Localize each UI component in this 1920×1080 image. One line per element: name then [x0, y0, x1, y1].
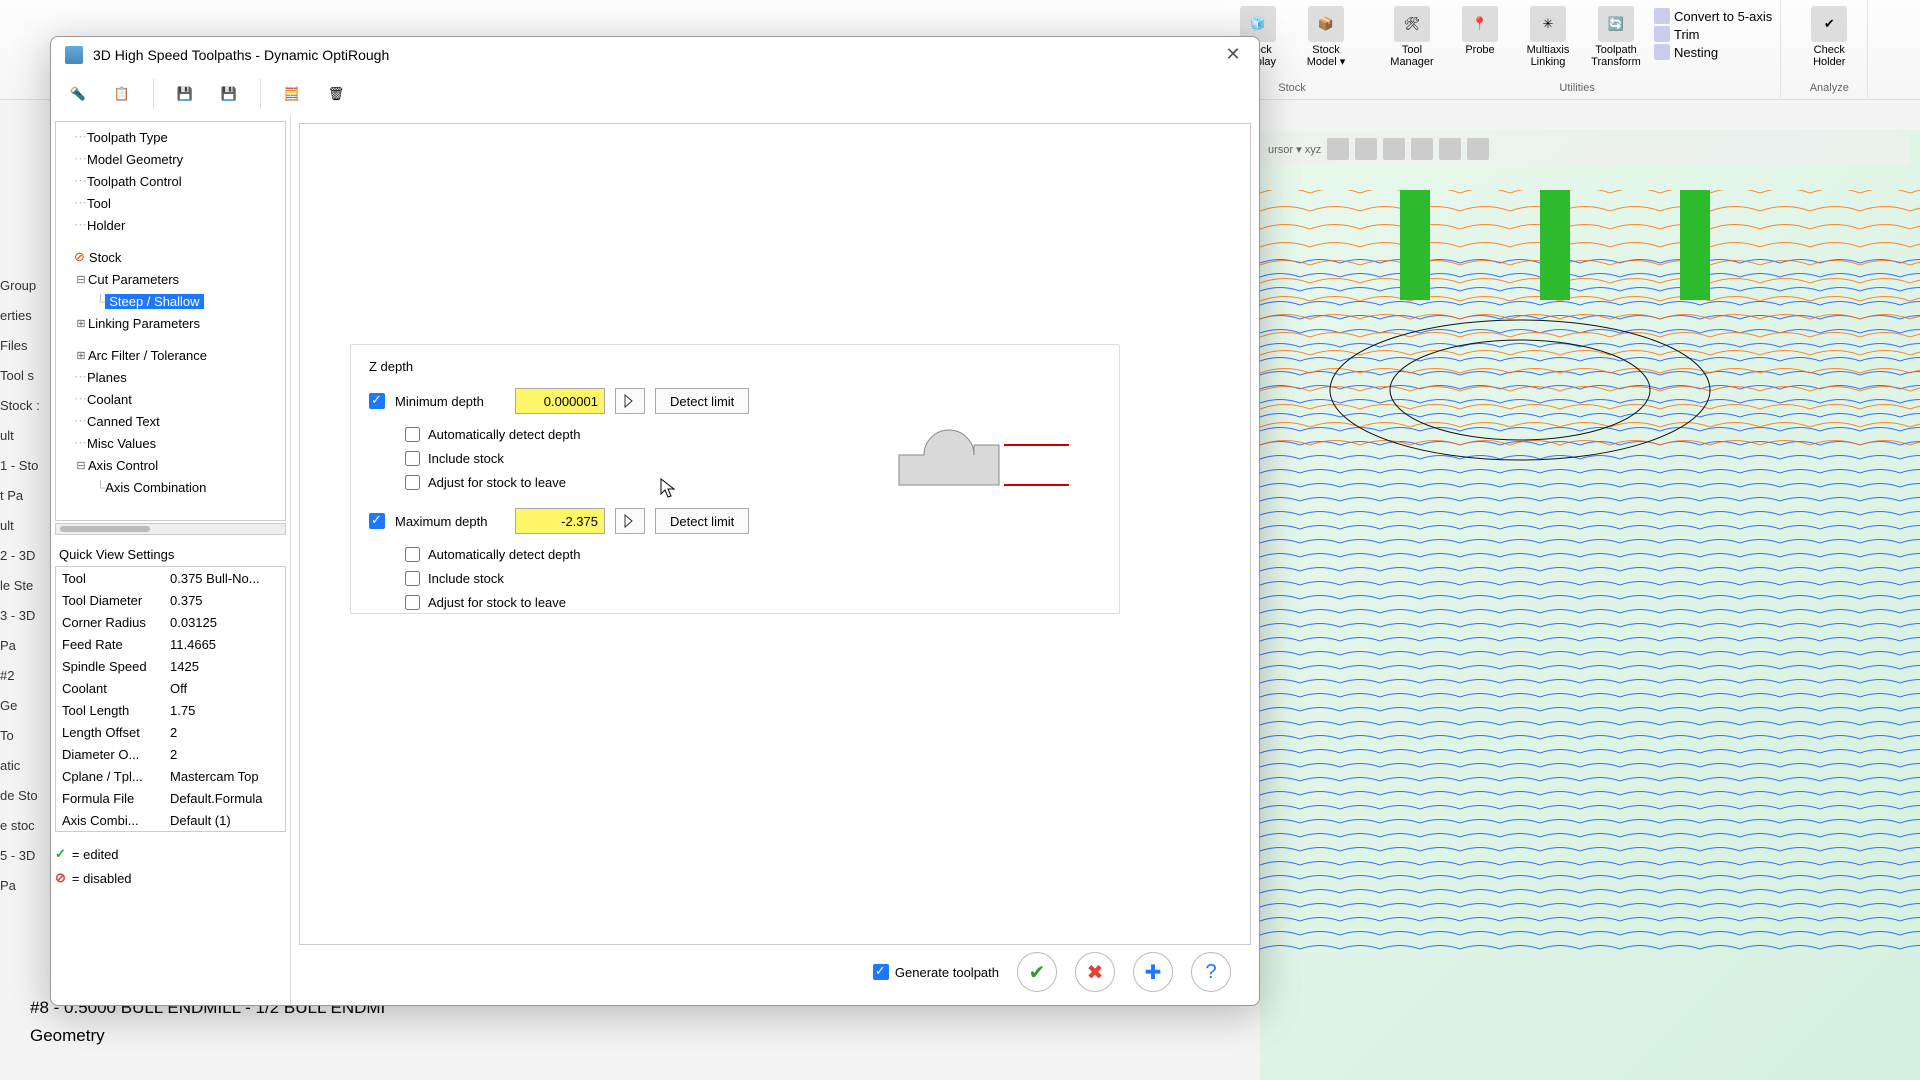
min-depth-label: Minimum depth [395, 394, 505, 409]
tree-axis-combination[interactable]: └Axis Combination [56, 476, 285, 498]
quickview-row: Tool Diameter0.375 [56, 589, 285, 611]
check-holder-button[interactable]: ✔Check Holder [1799, 4, 1859, 70]
nesting-button[interactable]: Nesting [1654, 44, 1718, 60]
quickview-row: Tool Length1.75 [56, 699, 285, 721]
quickview-row: Length Offset2 [56, 721, 285, 743]
dialog-toolbar: 🔦 📋 💾 💾 🧮 🗑 [51, 73, 1259, 115]
vp-tool-icon[interactable] [1411, 138, 1433, 160]
min-depth-checkbox[interactable] [369, 393, 385, 409]
quickview-row: Axis Combi...Default (1) [56, 809, 285, 831]
tree-arc-filter[interactable]: ⊞Arc Filter / Tolerance [56, 344, 285, 366]
toolpath-dialog: 3D High Speed Toolpaths - Dynamic OptiRo… [50, 36, 1260, 1006]
probe-button[interactable]: 📍Probe [1450, 4, 1510, 70]
max-detect-limit-button[interactable]: Detect limit [655, 508, 749, 534]
disabled-icon: ⊘ [55, 870, 66, 886]
quickview-row: Corner Radius0.03125 [56, 611, 285, 633]
analyze-group-label: Analyze [1810, 82, 1849, 96]
quickview-row: Diameter O...2 [56, 743, 285, 765]
tree-tool[interactable]: ⋯Tool [56, 192, 285, 214]
toolpath-transform-button[interactable]: 🔄Toolpath Transform [1586, 4, 1646, 70]
quickview-row: Feed Rate11.4665 [56, 633, 285, 655]
tree-planes[interactable]: ⋯Planes [56, 366, 285, 388]
ok-button[interactable]: ✔ [1017, 952, 1057, 992]
dialog-footer: Generate toolpath ✔ ✖ ✚ ? [299, 947, 1251, 997]
close-icon[interactable]: ✕ [1221, 43, 1245, 67]
vp-tool-icon[interactable] [1327, 138, 1349, 160]
tree-hscroll[interactable] [55, 523, 286, 535]
depth-diagram [869, 405, 1069, 495]
max-depth-input[interactable] [515, 508, 605, 534]
quickview-row: Cplane / Tpl...Mastercam Top [56, 765, 285, 787]
tree-steep-shallow[interactable]: └Steep / Shallow [56, 290, 285, 312]
properties-icon[interactable]: 📋 [105, 77, 139, 111]
min-depth-pick-button[interactable] [615, 388, 645, 414]
min-depth-input[interactable] [515, 388, 605, 414]
calculator-icon[interactable]: 🧮 [275, 77, 309, 111]
tree-model-geometry[interactable]: ⋯Model Geometry [56, 148, 285, 170]
tree-stock[interactable]: ⊘Stock [56, 246, 285, 268]
help-button[interactable]: ? [1191, 952, 1231, 992]
nav-column: ⋯Toolpath Type ⋯Model Geometry ⋯Toolpath… [51, 115, 291, 1005]
max-adjust-stock-checkbox[interactable]: Adjust for stock to leave [405, 590, 1101, 614]
parameter-tree[interactable]: ⋯Toolpath Type ⋯Model Geometry ⋯Toolpath… [55, 121, 286, 521]
zdepth-panel: Z depth Minimum depth Detect limit Autom… [350, 344, 1120, 614]
add-button[interactable]: ✚ [1133, 952, 1173, 992]
utilities-group-label: Utilities [1559, 82, 1594, 96]
tree-misc-values[interactable]: ⋯Misc Values [56, 432, 285, 454]
stock-model-button[interactable]: 📦Stock Model ▾ [1296, 4, 1356, 70]
check-icon: ✓ [55, 846, 66, 862]
tree-toolpath-control[interactable]: ⋯Toolpath Control [56, 170, 285, 192]
max-auto-detect-checkbox[interactable]: Automatically detect depth [405, 542, 1101, 566]
tree-linking-parameters[interactable]: ⊞Linking Parameters [56, 312, 285, 334]
3d-viewport[interactable] [1260, 130, 1920, 1080]
min-detect-limit-button[interactable]: Detect limit [655, 388, 749, 414]
delete-icon[interactable]: 🗑 [319, 77, 353, 111]
tree-cut-parameters[interactable]: ⊟Cut Parameters [56, 268, 285, 290]
quickview-row: Tool0.375 Bull-No... [56, 567, 285, 589]
multiaxis-linking-button[interactable]: ✳Multiaxis Linking [1518, 4, 1578, 70]
convert-5axis-button[interactable]: Convert to 5-axis [1654, 8, 1772, 24]
legend: ✓= edited ⊘= disabled [55, 842, 286, 890]
max-depth-pick-button[interactable] [615, 508, 645, 534]
quickview-grid: Tool0.375 Bull-No...Tool Diameter0.375Co… [55, 566, 286, 832]
vp-tool-icon[interactable] [1383, 138, 1405, 160]
cancel-button[interactable]: ✖ [1075, 952, 1115, 992]
tree-coolant[interactable]: ⋯Coolant [56, 388, 285, 410]
quickview-row: Formula FileDefault.Formula [56, 787, 285, 809]
save-green-icon[interactable]: 💾 [212, 77, 246, 111]
tree-holder[interactable]: ⋯Holder [56, 214, 285, 236]
max-depth-label: Maximum depth [395, 514, 505, 529]
generate-toolpath-checkbox[interactable]: Generate toolpath [873, 964, 999, 980]
tree-axis-control[interactable]: ⊟Axis Control [56, 454, 285, 476]
vp-tool-icon[interactable] [1355, 138, 1377, 160]
trim-button[interactable]: Trim [1654, 26, 1700, 42]
tree-canned-text[interactable]: ⋯Canned Text [56, 410, 285, 432]
vp-tool-icon[interactable] [1467, 138, 1489, 160]
tool-manager-button[interactable]: 🛠Tool Manager [1382, 4, 1442, 70]
sidebar-clipped: GroupertiesFiles Tool sStock :ult 1 - St… [0, 270, 45, 900]
dialog-titlebar: 3D High Speed Toolpaths - Dynamic OptiRo… [51, 37, 1259, 73]
max-include-stock-checkbox[interactable]: Include stock [405, 566, 1101, 590]
dialog-icon [65, 46, 83, 64]
quickview-header: Quick View Settings [59, 547, 286, 562]
vp-tool-icon[interactable] [1439, 138, 1461, 160]
quickview-row: CoolantOff [56, 677, 285, 699]
zdepth-title: Z depth [369, 359, 1101, 374]
quickview-row: Spindle Speed1425 [56, 655, 285, 677]
flashlight-icon[interactable]: 🔦 [61, 77, 95, 111]
dialog-title: 3D High Speed Toolpaths - Dynamic OptiRo… [93, 47, 389, 63]
max-depth-checkbox[interactable] [369, 513, 385, 529]
viewport-toolbar: ursor ▾ xyz [1260, 132, 1910, 166]
stock-group-label: Stock [1278, 82, 1306, 96]
tree-toolpath-type[interactable]: ⋯Toolpath Type [56, 126, 285, 148]
content-area: Z depth Minimum depth Detect limit Autom… [291, 115, 1259, 1005]
save-icon[interactable]: 💾 [168, 77, 202, 111]
